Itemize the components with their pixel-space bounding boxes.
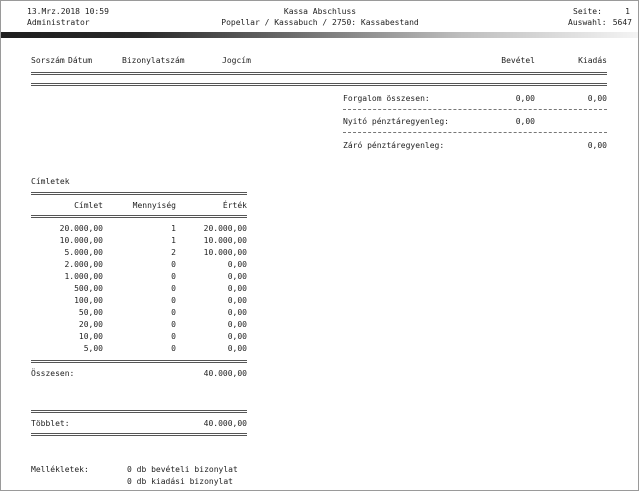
column-jogcim: Jogcím xyxy=(222,56,251,65)
cimlet-cell: 100,00 xyxy=(74,296,103,305)
page-number: 1 xyxy=(625,7,630,16)
cimletek-top-rule xyxy=(31,192,247,195)
report-user: Administrator xyxy=(27,18,90,27)
cimletek-header-rule xyxy=(31,215,247,218)
mennyiseg-cell: 0 xyxy=(171,320,176,329)
header-gradient-bar xyxy=(1,32,638,38)
cimletek-title: Címletek xyxy=(31,177,70,186)
mennyiseg-cell: 0 xyxy=(171,260,176,269)
osszesen-label: Összesen: xyxy=(31,369,75,378)
mennyiseg-cell: 1 xyxy=(171,236,176,245)
mennyiseg-cell: 1 xyxy=(171,224,176,233)
cimlet-cell: 20.000,00 xyxy=(59,224,103,233)
mennyiseg-cell: 0 xyxy=(171,272,176,281)
zaro-value: 0,00 xyxy=(587,141,607,150)
forgalom-bevetel: 0,00 xyxy=(515,94,535,103)
mennyiseg-cell: 0 xyxy=(171,296,176,305)
cimlet-cell: 50,00 xyxy=(78,308,103,317)
column-bizonylatszam: Bizonylatszám xyxy=(122,56,185,65)
tobblet-bottom-rule xyxy=(31,433,247,436)
zaro-label: Záró pénztáregyenleg: xyxy=(343,141,445,150)
report-title: Kassa Abschluss xyxy=(283,7,357,16)
column-sorszam: Sorszám xyxy=(31,56,65,65)
cimlet-cell: 1.000,00 xyxy=(64,272,103,281)
selection-number: 5647 xyxy=(612,18,632,27)
cimlet-cell: 10,00 xyxy=(78,332,103,341)
ertek-header: Érték xyxy=(222,201,247,210)
mennyiseg-cell: 2 xyxy=(171,248,176,257)
summary-dash-2 xyxy=(343,132,607,133)
cimlet-cell: 5,00 xyxy=(83,344,103,353)
osszesen-value: 40.000,00 xyxy=(203,369,247,378)
mellekletek-line-1: 0 db bevételi bizonylat xyxy=(127,465,238,474)
cimlet-cell: 2.000,00 xyxy=(64,260,103,269)
mennyiseg-header: Mennyiség xyxy=(132,201,176,210)
cimletek-total-rule xyxy=(31,360,247,363)
cimlet-cell: 500,00 xyxy=(74,284,103,293)
cimlet-cell: 5.000,00 xyxy=(64,248,103,257)
tobblet-top-rule xyxy=(31,410,247,413)
tobblet-value: 40.000,00 xyxy=(203,419,247,428)
ertek-cell: 0,00 xyxy=(227,284,247,293)
ertek-cell: 0,00 xyxy=(227,332,247,341)
mellekletek-line-2: 0 db kiadási bizonylat xyxy=(127,477,233,486)
nyito-label: Nyitó pénztáregyenleg: xyxy=(343,117,449,126)
column-bevetel: Bevétel xyxy=(501,56,535,65)
forgalom-label: Forgalom összesen: xyxy=(343,94,430,103)
mennyiseg-cell: 0 xyxy=(171,308,176,317)
cimlet-cell: 20,00 xyxy=(78,320,103,329)
column-datum: Dátum xyxy=(68,56,93,65)
ertek-cell: 20.000,00 xyxy=(203,224,247,233)
ertek-cell: 0,00 xyxy=(227,308,247,317)
ertek-cell: 0,00 xyxy=(227,272,247,281)
tobblet-label: Többlet: xyxy=(31,419,70,428)
nyito-value: 0,00 xyxy=(515,117,535,126)
body-separator xyxy=(31,83,607,86)
cimlet-header: Címlet xyxy=(74,201,103,210)
cimlet-cell: 10.000,00 xyxy=(59,236,103,245)
report-subtitle: Popellar / Kassabuch / 2750: Kassabestan… xyxy=(221,18,419,27)
ertek-cell: 10.000,00 xyxy=(203,236,247,245)
mellekletek-label: Mellékletek: xyxy=(31,465,89,474)
column-kiadas: Kiadás xyxy=(578,56,607,65)
header-separator xyxy=(31,72,607,75)
mennyiseg-cell: 0 xyxy=(171,284,176,293)
ertek-cell: 0,00 xyxy=(227,296,247,305)
ertek-cell: 0,00 xyxy=(227,344,247,353)
mennyiseg-cell: 0 xyxy=(171,332,176,341)
ertek-cell: 0,00 xyxy=(227,320,247,329)
selection-label: Auswahl: xyxy=(568,18,607,27)
mennyiseg-cell: 0 xyxy=(171,344,176,353)
summary-dash-1 xyxy=(343,109,607,110)
report-datetime: 13.Mrz.2018 10:59 xyxy=(27,7,109,16)
page-label: Seite: xyxy=(573,7,602,16)
forgalom-kiadas: 0,00 xyxy=(587,94,607,103)
ertek-cell: 0,00 xyxy=(227,260,247,269)
ertek-cell: 10.000,00 xyxy=(203,248,247,257)
